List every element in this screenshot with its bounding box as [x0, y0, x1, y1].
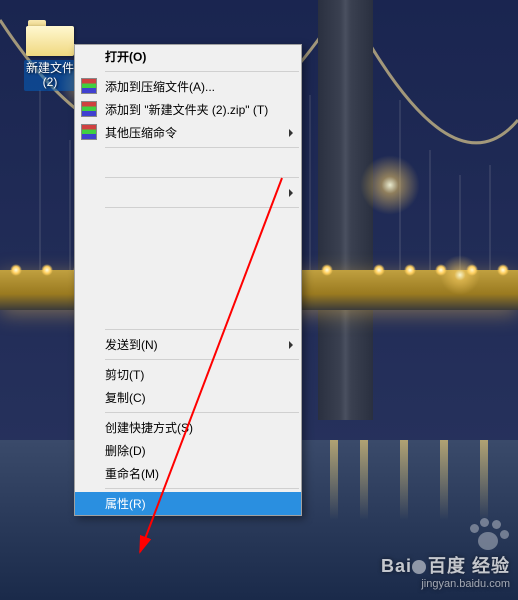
menu-blank [75, 303, 301, 326]
menu-label: 其他压缩命令 [105, 124, 177, 141]
menu-label: 属性(R) [105, 495, 146, 512]
menu-separator [105, 177, 299, 178]
menu-cut[interactable]: 剪切(T) [75, 363, 301, 386]
menu-blank [75, 257, 301, 280]
menu-separator [105, 71, 299, 72]
archive-icon [81, 124, 97, 140]
menu-blank [75, 211, 301, 234]
watermark-paw-icon [468, 518, 508, 554]
chevron-right-icon [289, 189, 293, 197]
menu-separator [105, 488, 299, 489]
menu-add-named-zip[interactable]: 添加到 "新建文件夹 (2).zip" (T) [75, 98, 301, 121]
menu-label: 添加到压缩文件(A)... [105, 78, 215, 95]
menu-label: 添加到 "新建文件夹 (2).zip" (T) [105, 101, 268, 118]
chevron-right-icon [289, 341, 293, 349]
menu-label: 剪切(T) [105, 366, 144, 383]
menu-send-to[interactable]: 发送到(N) [75, 333, 301, 356]
menu-separator [105, 147, 299, 148]
watermark-url: jingyan.baidu.com [381, 578, 510, 590]
folder-desktop-icon[interactable]: 新建文件 (2) [20, 20, 80, 91]
archive-icon [81, 101, 97, 117]
menu-label: 创建快捷方式(S) [105, 419, 193, 436]
menu-label: 删除(D) [105, 442, 146, 459]
menu-label: 发送到(N) [105, 336, 158, 353]
menu-separator [105, 207, 299, 208]
menu-delete[interactable]: 删除(D) [75, 439, 301, 462]
context-menu: 打开(O) 添加到压缩文件(A)... 添加到 "新建文件夹 (2).zip" … [74, 44, 302, 516]
menu-label: 复制(C) [105, 389, 146, 406]
archive-icon [81, 78, 97, 94]
watermark: Bai百度 经验 jingyan.baidu.com [381, 552, 510, 590]
menu-properties[interactable]: 属性(R) [75, 492, 301, 515]
menu-rename[interactable]: 重命名(M) [75, 462, 301, 485]
menu-blank [75, 234, 301, 257]
menu-submenu-blank[interactable] [75, 181, 301, 204]
folder-label: 新建文件 (2) [24, 60, 76, 91]
menu-add-archive[interactable]: 添加到压缩文件(A)... [75, 75, 301, 98]
menu-separator [105, 412, 299, 413]
folder-icon [26, 20, 74, 56]
menu-label: 打开(O) [105, 48, 146, 65]
menu-label: 重命名(M) [105, 465, 159, 482]
menu-separator [105, 329, 299, 330]
menu-copy[interactable]: 复制(C) [75, 386, 301, 409]
watermark-brand: Bai百度 经验 [381, 552, 510, 578]
menu-blank [75, 151, 301, 174]
menu-open[interactable]: 打开(O) [75, 45, 301, 68]
menu-separator [105, 359, 299, 360]
menu-other-compress[interactable]: 其他压缩命令 [75, 121, 301, 144]
menu-create-shortcut[interactable]: 创建快捷方式(S) [75, 416, 301, 439]
menu-blank [75, 280, 301, 303]
chevron-right-icon [289, 129, 293, 137]
